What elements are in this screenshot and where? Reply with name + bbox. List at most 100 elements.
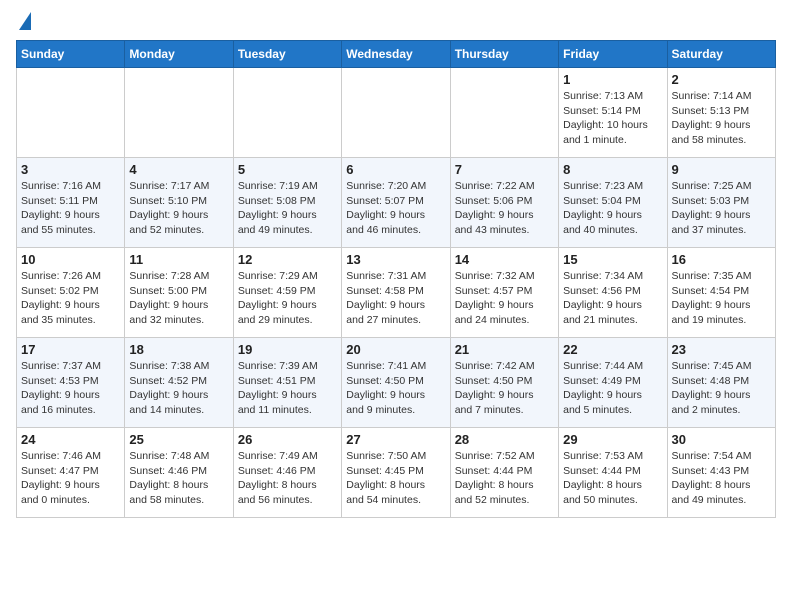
- day-number: 27: [346, 432, 445, 447]
- calendar-cell: 6 Sunrise: 7:20 AM Sunset: 5:07 PM Daylig…: [342, 158, 450, 248]
- calendar-cell: 18 Sunrise: 7:38 AM Sunset: 4:52 PM Dayli…: [125, 338, 233, 428]
- weekday-header-saturday: Saturday: [667, 41, 775, 68]
- calendar-cell: 29 Sunrise: 7:53 AM Sunset: 4:44 PM Dayli…: [559, 428, 667, 518]
- calendar-cell: 22 Sunrise: 7:44 AM Sunset: 4:49 PM Dayli…: [559, 338, 667, 428]
- day-number: 30: [672, 432, 771, 447]
- day-number: 7: [455, 162, 554, 177]
- calendar-cell: [125, 68, 233, 158]
- day-number: 26: [238, 432, 337, 447]
- weekday-header-thursday: Thursday: [450, 41, 558, 68]
- day-info: Sunrise: 7:13 AM Sunset: 5:14 PM Dayligh…: [563, 89, 662, 148]
- weekday-header-row: SundayMondayTuesdayWednesdayThursdayFrid…: [17, 41, 776, 68]
- day-info: Sunrise: 7:29 AM Sunset: 4:59 PM Dayligh…: [238, 269, 337, 328]
- calendar-cell: 4 Sunrise: 7:17 AM Sunset: 5:10 PM Daylig…: [125, 158, 233, 248]
- day-info: Sunrise: 7:23 AM Sunset: 5:04 PM Dayligh…: [563, 179, 662, 238]
- day-number: 29: [563, 432, 662, 447]
- day-info: Sunrise: 7:20 AM Sunset: 5:07 PM Dayligh…: [346, 179, 445, 238]
- day-info: Sunrise: 7:14 AM Sunset: 5:13 PM Dayligh…: [672, 89, 771, 148]
- calendar-cell: 1 Sunrise: 7:13 AM Sunset: 5:14 PM Daylig…: [559, 68, 667, 158]
- day-info: Sunrise: 7:45 AM Sunset: 4:48 PM Dayligh…: [672, 359, 771, 418]
- day-info: Sunrise: 7:38 AM Sunset: 4:52 PM Dayligh…: [129, 359, 228, 418]
- calendar-cell: 2 Sunrise: 7:14 AM Sunset: 5:13 PM Daylig…: [667, 68, 775, 158]
- calendar-cell: [342, 68, 450, 158]
- calendar-cell: [17, 68, 125, 158]
- calendar-cell: 14 Sunrise: 7:32 AM Sunset: 4:57 PM Dayli…: [450, 248, 558, 338]
- day-number: 4: [129, 162, 228, 177]
- calendar-cell: 15 Sunrise: 7:34 AM Sunset: 4:56 PM Dayli…: [559, 248, 667, 338]
- calendar-cell: 13Sunrise: 7:31 AM Sunset: 4:58 PM Dayli…: [342, 248, 450, 338]
- day-number: 5: [238, 162, 337, 177]
- calendar-cell: 20Sunrise: 7:41 AM Sunset: 4:50 PM Dayli…: [342, 338, 450, 428]
- day-number: 9: [672, 162, 771, 177]
- calendar-cell: [450, 68, 558, 158]
- calendar-cell: 23 Sunrise: 7:45 AM Sunset: 4:48 PM Dayli…: [667, 338, 775, 428]
- day-number: 19: [238, 342, 337, 357]
- day-info: Sunrise: 7:28 AM Sunset: 5:00 PM Dayligh…: [129, 269, 228, 328]
- day-number: 6: [346, 162, 445, 177]
- weekday-header-tuesday: Tuesday: [233, 41, 341, 68]
- day-info: Sunrise: 7:50 AM Sunset: 4:45 PM Dayligh…: [346, 449, 445, 508]
- day-info: Sunrise: 7:34 AM Sunset: 4:56 PM Dayligh…: [563, 269, 662, 328]
- day-number: 23: [672, 342, 771, 357]
- weekday-header-friday: Friday: [559, 41, 667, 68]
- calendar-cell: 26Sunrise: 7:49 AM Sunset: 4:46 PM Dayli…: [233, 428, 341, 518]
- calendar-header: SundayMondayTuesdayWednesdayThursdayFrid…: [17, 41, 776, 68]
- calendar-table: SundayMondayTuesdayWednesdayThursdayFrid…: [16, 40, 776, 518]
- day-number: 13: [346, 252, 445, 267]
- calendar-cell: 21Sunrise: 7:42 AM Sunset: 4:50 PM Dayli…: [450, 338, 558, 428]
- calendar-cell: 25 Sunrise: 7:48 AM Sunset: 4:46 PM Dayli…: [125, 428, 233, 518]
- calendar-cell: 19 Sunrise: 7:39 AM Sunset: 4:51 PM Dayli…: [233, 338, 341, 428]
- day-info: Sunrise: 7:19 AM Sunset: 5:08 PM Dayligh…: [238, 179, 337, 238]
- day-number: 17: [21, 342, 120, 357]
- day-info: Sunrise: 7:48 AM Sunset: 4:46 PM Dayligh…: [129, 449, 228, 508]
- day-info: Sunrise: 7:32 AM Sunset: 4:57 PM Dayligh…: [455, 269, 554, 328]
- day-number: 16: [672, 252, 771, 267]
- day-info: Sunrise: 7:44 AM Sunset: 4:49 PM Dayligh…: [563, 359, 662, 418]
- day-number: 18: [129, 342, 228, 357]
- day-number: 11: [129, 252, 228, 267]
- day-info: Sunrise: 7:39 AM Sunset: 4:51 PM Dayligh…: [238, 359, 337, 418]
- day-number: 2: [672, 72, 771, 87]
- calendar-cell: 10 Sunrise: 7:26 AM Sunset: 5:02 PM Dayli…: [17, 248, 125, 338]
- day-number: 22: [563, 342, 662, 357]
- day-info: Sunrise: 7:26 AM Sunset: 5:02 PM Dayligh…: [21, 269, 120, 328]
- day-number: 10: [21, 252, 120, 267]
- day-number: 20: [346, 342, 445, 357]
- day-number: 8: [563, 162, 662, 177]
- day-number: 14: [455, 252, 554, 267]
- logo-triangle-icon: [19, 12, 31, 30]
- calendar-week-2: 10 Sunrise: 7:26 AM Sunset: 5:02 PM Dayli…: [17, 248, 776, 338]
- logo: [16, 16, 31, 30]
- calendar-week-0: 1 Sunrise: 7:13 AM Sunset: 5:14 PM Daylig…: [17, 68, 776, 158]
- calendar-body: 1 Sunrise: 7:13 AM Sunset: 5:14 PM Daylig…: [17, 68, 776, 518]
- weekday-header-monday: Monday: [125, 41, 233, 68]
- day-info: Sunrise: 7:17 AM Sunset: 5:10 PM Dayligh…: [129, 179, 228, 238]
- day-number: 25: [129, 432, 228, 447]
- calendar-week-1: 3Sunrise: 7:16 AM Sunset: 5:11 PM Daylig…: [17, 158, 776, 248]
- calendar-cell: 5 Sunrise: 7:19 AM Sunset: 5:08 PM Daylig…: [233, 158, 341, 248]
- calendar-cell: 7Sunrise: 7:22 AM Sunset: 5:06 PM Daylig…: [450, 158, 558, 248]
- day-info: Sunrise: 7:25 AM Sunset: 5:03 PM Dayligh…: [672, 179, 771, 238]
- calendar-cell: 9 Sunrise: 7:25 AM Sunset: 5:03 PM Daylig…: [667, 158, 775, 248]
- day-number: 24: [21, 432, 120, 447]
- calendar-cell: 11 Sunrise: 7:28 AM Sunset: 5:00 PM Dayli…: [125, 248, 233, 338]
- day-info: Sunrise: 7:42 AM Sunset: 4:50 PM Dayligh…: [455, 359, 554, 418]
- day-number: 28: [455, 432, 554, 447]
- calendar-cell: 28 Sunrise: 7:52 AM Sunset: 4:44 PM Dayli…: [450, 428, 558, 518]
- day-info: Sunrise: 7:52 AM Sunset: 4:44 PM Dayligh…: [455, 449, 554, 508]
- day-number: 15: [563, 252, 662, 267]
- calendar-cell: [233, 68, 341, 158]
- weekday-header-sunday: Sunday: [17, 41, 125, 68]
- day-number: 12: [238, 252, 337, 267]
- day-info: Sunrise: 7:35 AM Sunset: 4:54 PM Dayligh…: [672, 269, 771, 328]
- calendar-week-3: 17Sunrise: 7:37 AM Sunset: 4:53 PM Dayli…: [17, 338, 776, 428]
- calendar-cell: 30 Sunrise: 7:54 AM Sunset: 4:43 PM Dayli…: [667, 428, 775, 518]
- day-info: Sunrise: 7:54 AM Sunset: 4:43 PM Dayligh…: [672, 449, 771, 508]
- day-info: Sunrise: 7:53 AM Sunset: 4:44 PM Dayligh…: [563, 449, 662, 508]
- calendar-cell: 17Sunrise: 7:37 AM Sunset: 4:53 PM Dayli…: [17, 338, 125, 428]
- calendar-cell: 27 Sunrise: 7:50 AM Sunset: 4:45 PM Dayli…: [342, 428, 450, 518]
- day-number: 1: [563, 72, 662, 87]
- calendar-cell: 3Sunrise: 7:16 AM Sunset: 5:11 PM Daylig…: [17, 158, 125, 248]
- weekday-header-wednesday: Wednesday: [342, 41, 450, 68]
- day-info: Sunrise: 7:46 AM Sunset: 4:47 PM Dayligh…: [21, 449, 120, 508]
